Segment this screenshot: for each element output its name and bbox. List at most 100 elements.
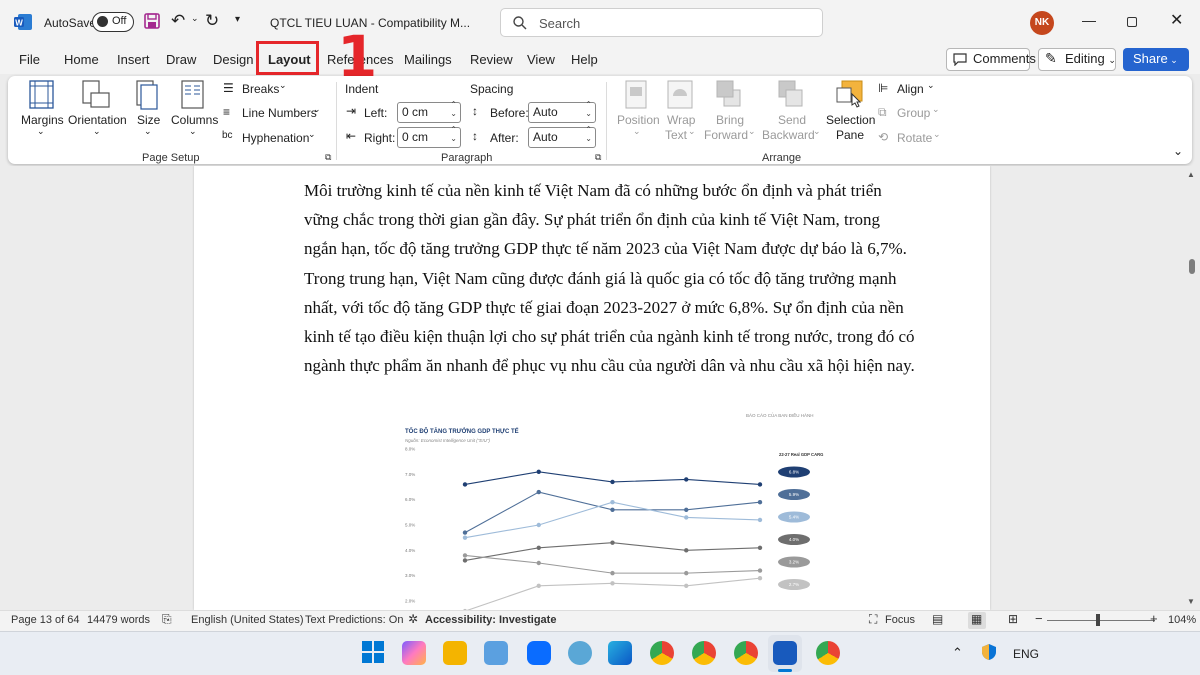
scroll-up-icon[interactable]: ▲ bbox=[1187, 170, 1195, 179]
margins-button[interactable]: Margins bbox=[21, 113, 64, 127]
breaks-icon: ☰ bbox=[223, 81, 234, 95]
read-mode-icon[interactable]: ▤ bbox=[932, 612, 943, 626]
align-button[interactable]: Align bbox=[897, 82, 924, 96]
save-icon[interactable] bbox=[144, 13, 160, 29]
redo-icon[interactable]: ↻ bbox=[205, 11, 219, 31]
spacing-label: Spacing bbox=[470, 82, 514, 96]
scroll-down-icon[interactable]: ▼ bbox=[1187, 597, 1195, 606]
group-divider bbox=[336, 82, 337, 160]
spacing-after-input[interactable]: Auto bbox=[528, 125, 596, 148]
security-shield-icon[interactable] bbox=[980, 643, 998, 661]
gdp-growth-chart[interactable]: BÁO CÁO CỦA BAN ĐIỀU HÀNH TỐC ĐỘ TĂNG TR… bbox=[394, 406, 834, 610]
customize-toolbar-icon[interactable]: ▾ bbox=[235, 14, 240, 25]
cagr-badge-label: 2.7% bbox=[789, 582, 799, 587]
search-box[interactable]: Search bbox=[500, 8, 823, 37]
language-status[interactable]: English (United States) bbox=[191, 614, 304, 626]
size-button[interactable]: Size bbox=[137, 113, 160, 127]
document-page[interactable]: Môi trường kinh tế của nền kinh tế Việt … bbox=[194, 166, 990, 610]
group-button[interactable]: Group bbox=[897, 106, 930, 120]
selection-pane-button[interactable]: Selection bbox=[826, 113, 875, 127]
web-layout-icon[interactable]: ⊞ bbox=[1008, 612, 1018, 626]
copilot-icon[interactable] bbox=[402, 641, 426, 665]
zoom-slider-thumb[interactable] bbox=[1096, 614, 1100, 626]
tab-view[interactable]: View bbox=[527, 52, 555, 67]
chrome-profile-icon[interactable] bbox=[816, 641, 840, 665]
close-icon[interactable]: ✕ bbox=[1170, 10, 1183, 30]
chevron-up-icon[interactable]: ⌃ bbox=[952, 645, 963, 661]
line-numbers-button[interactable]: Line Numbers bbox=[242, 106, 317, 120]
tab-draw[interactable]: Draw bbox=[166, 52, 196, 67]
rotate-button[interactable]: Rotate bbox=[897, 131, 932, 145]
data-point bbox=[462, 530, 468, 535]
tab-help[interactable]: Help bbox=[571, 52, 598, 67]
vertical-scrollbar[interactable] bbox=[1186, 166, 1200, 610]
text-predictions-status[interactable]: Text Predictions: On bbox=[305, 614, 403, 626]
paragraph-line: Môi trường kinh tế của nền kinh tế Việt … bbox=[304, 181, 882, 200]
undo-dropdown-icon[interactable]: ⌄ bbox=[191, 13, 199, 24]
zoom-in-icon[interactable]: + bbox=[1150, 611, 1158, 626]
page-count[interactable]: Page 13 of 64 bbox=[11, 614, 80, 626]
snipping-tool-icon[interactable] bbox=[484, 641, 508, 665]
position-button[interactable]: Position bbox=[617, 113, 660, 127]
photos-icon[interactable] bbox=[568, 641, 592, 665]
tab-design[interactable]: Design bbox=[213, 52, 253, 67]
page-setup-launcher-icon[interactable]: ⧉ bbox=[325, 152, 331, 163]
columns-button[interactable]: Columns bbox=[171, 113, 218, 127]
tab-review[interactable]: Review bbox=[470, 52, 513, 67]
series-line bbox=[464, 501, 761, 539]
bring-forward-button[interactable]: Bring bbox=[716, 113, 744, 127]
scrollbar-thumb[interactable] bbox=[1189, 259, 1195, 274]
collapse-ribbon-icon[interactable]: ⌄ bbox=[1173, 144, 1183, 158]
tab-mailings[interactable]: Mailings bbox=[404, 52, 452, 67]
accessibility-status[interactable]: Accessibility: Investigate bbox=[425, 614, 556, 626]
paragraph-line: kinh tế tạo điều kiện thuận lợi cho sự p… bbox=[304, 327, 915, 347]
word-count[interactable]: 14479 words bbox=[87, 614, 150, 626]
tab-file[interactable]: File bbox=[19, 52, 40, 67]
send-backward-button[interactable]: Send bbox=[778, 113, 806, 127]
pencil-icon: ✎ bbox=[1045, 50, 1057, 66]
zoom-out-icon[interactable]: − bbox=[1035, 611, 1043, 626]
spacing-before-input[interactable]: Auto bbox=[528, 100, 596, 123]
user-avatar[interactable]: NK bbox=[1030, 11, 1054, 35]
minimize-icon[interactable]: — bbox=[1082, 12, 1096, 28]
windows-start-icon[interactable] bbox=[362, 641, 384, 663]
status-bar bbox=[0, 610, 1200, 631]
tab-home[interactable]: Home bbox=[64, 52, 99, 67]
focus-button[interactable]: Focus bbox=[885, 614, 915, 626]
group-divider bbox=[606, 82, 607, 160]
breaks-button[interactable]: Breaks bbox=[242, 82, 279, 96]
proofing-icon[interactable]: ⎘ bbox=[162, 612, 172, 627]
data-point bbox=[684, 583, 689, 588]
wrap-text-button[interactable]: Wrap bbox=[667, 113, 695, 127]
edge-dev-icon[interactable] bbox=[608, 641, 632, 665]
paragraph-launcher-icon[interactable]: ⧉ bbox=[595, 152, 601, 163]
word-taskbar-icon[interactable] bbox=[773, 641, 797, 665]
indent-right-input[interactable]: 0 cm bbox=[397, 125, 461, 148]
chevron-down-icon: ⌄ bbox=[279, 80, 287, 90]
comments-button[interactable]: Comments bbox=[946, 48, 1036, 71]
indent-left-icon: ⇥ bbox=[346, 104, 357, 118]
chrome-profile-icon[interactable] bbox=[734, 641, 758, 665]
y-tick-label: 3.0% bbox=[405, 573, 415, 578]
orientation-button[interactable]: Orientation bbox=[68, 113, 127, 127]
restore-icon[interactable] bbox=[1127, 17, 1137, 27]
hyphenation-button[interactable]: Hyphenation bbox=[242, 131, 309, 145]
autosave-toggle[interactable]: Off bbox=[92, 12, 134, 32]
chevron-down-icon: ⌄ bbox=[932, 104, 940, 114]
editing-button[interactable]: ✎ Editing ⌄ bbox=[1038, 48, 1116, 71]
indent-left-input[interactable]: 0 cm bbox=[397, 100, 461, 123]
chrome-icon[interactable] bbox=[650, 641, 674, 665]
focus-icon: ⛶ bbox=[869, 612, 878, 626]
share-button[interactable]: Share ⌄ bbox=[1123, 48, 1189, 71]
zalo-icon[interactable] bbox=[527, 641, 551, 665]
data-point bbox=[610, 540, 615, 545]
zoom-slider[interactable] bbox=[1047, 620, 1155, 621]
paragraph-line: ngành thực phẩm ăn nhanh để phục vụ nhu … bbox=[304, 356, 915, 376]
input-language[interactable]: ENG bbox=[1013, 647, 1039, 661]
body-paragraph[interactable]: Môi trường kinh tế của nền kinh tế Việt … bbox=[304, 176, 916, 380]
chrome-profile-icon[interactable] bbox=[692, 641, 716, 665]
undo-icon[interactable]: ↶ bbox=[171, 11, 185, 31]
file-explorer-icon[interactable] bbox=[443, 641, 467, 665]
zoom-level[interactable]: 104% bbox=[1168, 614, 1196, 626]
tab-insert[interactable]: Insert bbox=[117, 52, 150, 67]
